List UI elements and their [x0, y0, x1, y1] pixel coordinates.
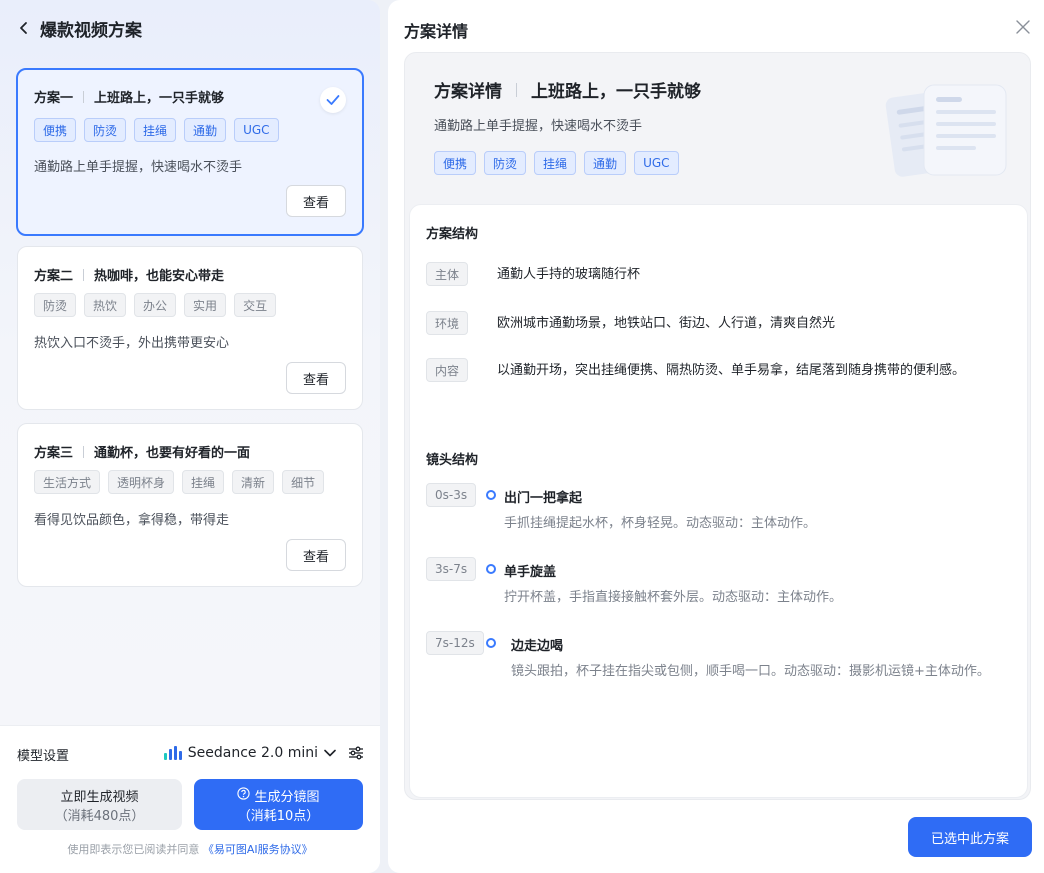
panel-title: 方案详情 [404, 22, 469, 41]
shot-desc: 拧开杯盖，手指直接接触杯套外层。动态驱动：主体动作。 [504, 590, 843, 605]
shot-time: 7s-12s [426, 631, 484, 655]
back-chevron-icon[interactable] [16, 20, 32, 36]
tag: 生活方式 [34, 470, 101, 494]
page-title: 爆款视频方案 [40, 20, 142, 41]
settings-label: 模型设置 [17, 749, 70, 764]
tag: UGC [634, 151, 679, 175]
model-bars-icon [163, 746, 182, 760]
divider [83, 90, 85, 103]
plan-index: 方案三 [34, 446, 74, 461]
tag: 挂绳 [182, 470, 225, 494]
plan-detail-panel: 方案详情 方案详情 上班路上，一只手就够 通勤路上单手提握，快速喝水不烫手 便携… [388, 0, 1044, 873]
shot-desc: 镜头跟拍，杯子挂在指尖或包侧，顺手喝一口。动态驱动：摄影机运镜+主体动作。 [511, 664, 990, 679]
generate-storyboard-button[interactable]: 生成分镜图 （消耗10点） [194, 779, 363, 830]
shot-time: 3s-7s [426, 557, 477, 581]
tag: 热饮 [84, 293, 127, 317]
detail-subtitle: 通勤路上单手提握，快速喝水不烫手 [434, 119, 643, 134]
shot-title: 出门一把拿起 [504, 491, 583, 506]
structure-value: 以通勤开场，突出挂绳便携、隔热防烫、单手易拿，结尾落到随身携带的便利感。 [497, 363, 966, 378]
tag: 实用 [184, 293, 227, 317]
selected-check-icon [320, 87, 346, 113]
model-name: Seedance 2.0 mini [187, 745, 318, 761]
timeline-dot [486, 490, 496, 500]
left-header: 爆款视频方案 [16, 14, 142, 42]
shot-title: 边走边喝 [511, 639, 564, 654]
divider [83, 268, 85, 281]
tag: 挂绳 [134, 118, 177, 142]
view-button[interactable]: 查看 [286, 362, 346, 394]
detail-heading: 方案详情 上班路上，一只手就够 [434, 77, 701, 102]
tag: 防烫 [34, 293, 77, 317]
shot-title: 单手旋盖 [504, 565, 557, 580]
detail-title: 上班路上，一只手就够 [531, 82, 701, 102]
detail-tags: 便携 防烫 挂绳 通勤 UGC [434, 151, 679, 175]
tag: 挂绳 [534, 151, 577, 175]
sliders-icon[interactable] [348, 746, 364, 760]
tag: 通勤 [584, 151, 627, 175]
button-label: 生成分镜图 [254, 789, 320, 805]
button-label: 立即生成视频 [60, 789, 139, 805]
detail-label: 方案详情 [434, 82, 502, 102]
structure-label: 内容 [426, 358, 469, 382]
plan-desc: 热饮入口不烫手，外出携带更安心 [34, 336, 230, 351]
plan-heading: 方案二 热咖啡，也能安心带走 [34, 265, 224, 284]
plan-title: 通勤杯，也要有好看的一面 [94, 446, 251, 461]
view-button[interactable]: 查看 [286, 539, 346, 571]
agreement-prefix: 使用即表示您已阅读并同意 [67, 843, 200, 856]
document-illustration-icon [880, 79, 1010, 179]
tag: 便携 [434, 151, 477, 175]
tag: 细节 [282, 470, 325, 494]
tag: 防烫 [484, 151, 527, 175]
confirm-plan-button[interactable]: 已选中此方案 [908, 817, 1032, 857]
plan-tags: 生活方式 透明杯身 挂绳 清新 细节 [34, 470, 325, 494]
structure-label: 环境 [426, 311, 469, 335]
section-title: 镜头结构 [426, 453, 479, 468]
plan-title: 上班路上，一只手就够 [94, 91, 225, 106]
model-select[interactable]: Seedance 2.0 mini [163, 741, 364, 765]
structure-value: 欧洲城市通勤场景，地铁站口、街边、人行道，清爽自然光 [497, 316, 836, 331]
structure-card: 方案结构 主体 通勤人手持的玻璃随行杯 环境 欧洲城市通勤场景，地铁站口、街边、… [409, 204, 1028, 798]
structure-value: 通勤人手持的玻璃随行杯 [497, 267, 641, 282]
structure-label: 主体 [426, 262, 469, 286]
detail-card: 方案详情 上班路上，一只手就够 通勤路上单手提握，快速喝水不烫手 便携 防烫 挂… [404, 52, 1031, 800]
tag: UGC [234, 118, 279, 142]
timeline-dot [486, 564, 496, 574]
plan-heading: 方案三 通勤杯，也要有好看的一面 [34, 442, 250, 461]
model-settings: 模型设置 Seedance 2.0 mini 立即生成视频 （消耗480点） 生… [0, 725, 380, 873]
close-icon[interactable] [1016, 20, 1032, 36]
help-circle-icon [237, 786, 251, 804]
shot-time: 0s-3s [426, 483, 477, 507]
plan-card-3[interactable]: 方案三 通勤杯，也要有好看的一面 生活方式 透明杯身 挂绳 清新 细节 看得见饮… [17, 423, 363, 587]
plan-card-1[interactable]: 方案一 上班路上，一只手就够 便携 防烫 挂绳 通勤 UGC 通勤路上单手提握，… [16, 68, 364, 236]
button-cost: （消耗480点） [54, 808, 145, 824]
plan-desc: 看得见饮品颜色，拿得稳，带得走 [34, 513, 230, 528]
tag: 清新 [232, 470, 275, 494]
chevron-down-icon [324, 745, 336, 761]
plan-index: 方案一 [34, 91, 74, 106]
plan-desc: 通勤路上单手提握，快速喝水不烫手 [34, 160, 243, 175]
tag: 便携 [34, 118, 77, 142]
tag: 办公 [134, 293, 177, 317]
tag: 透明杯身 [108, 470, 175, 494]
timeline-dot [486, 638, 496, 648]
plan-title: 热咖啡，也能安心带走 [94, 269, 225, 284]
plan-card-2[interactable]: 方案二 热咖啡，也能安心带走 防烫 热饮 办公 实用 交互 热饮入口不烫手，外出… [17, 246, 363, 410]
view-button[interactable]: 查看 [286, 185, 346, 217]
tag: 交互 [234, 293, 277, 317]
tag: 通勤 [184, 118, 227, 142]
generate-video-button[interactable]: 立即生成视频 （消耗480点） [17, 779, 182, 830]
plan-tags: 防烫 热饮 办公 实用 交互 [34, 293, 277, 317]
shot-desc: 手抓挂绳提起水杯，杯身轻晃。动态驱动：主体动作。 [504, 516, 817, 531]
section-title: 方案结构 [426, 227, 479, 242]
agreement-link[interactable]: 《易可图AI服务协议》 [203, 843, 313, 856]
divider [83, 445, 85, 458]
button-cost: （消耗10点） [237, 808, 320, 824]
plan-list-panel: 爆款视频方案 方案一 上班路上，一只手就够 便携 防烫 挂绳 通勤 UGC 通勤… [0, 0, 380, 873]
plan-heading: 方案一 上班路上，一只手就够 [34, 87, 224, 106]
agreement-text: 使用即表示您已阅读并同意 《易可图AI服务协议》 [0, 841, 380, 857]
divider [516, 82, 517, 97]
tag: 防烫 [84, 118, 127, 142]
plan-index: 方案二 [34, 269, 74, 284]
plan-tags: 便携 防烫 挂绳 通勤 UGC [34, 118, 279, 142]
